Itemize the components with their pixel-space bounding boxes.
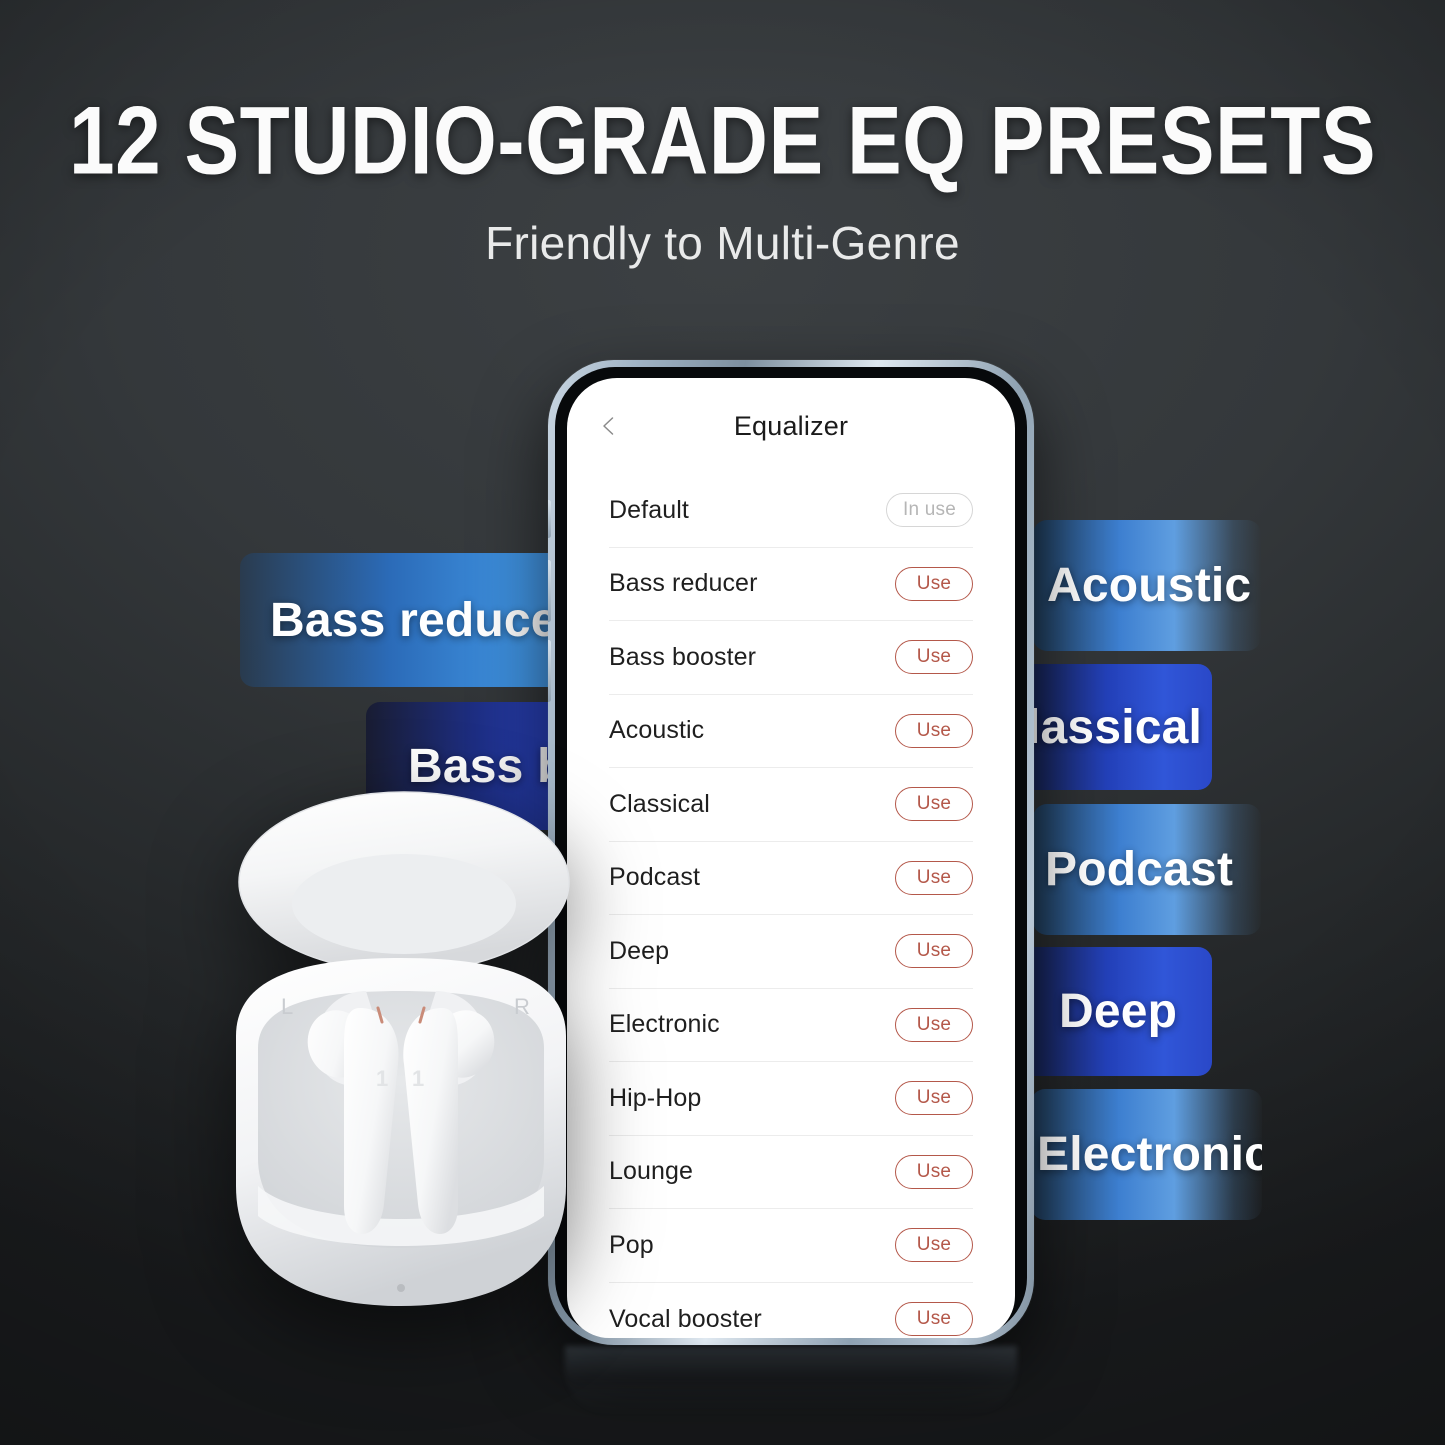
preset-name: Bass booster (609, 642, 757, 671)
preset-row-podcast[interactable]: Podcast Use (609, 842, 973, 915)
use-button[interactable]: Use (895, 640, 973, 675)
preset-name: Deep (609, 936, 670, 965)
preset-name: Vocal booster (609, 1304, 762, 1333)
svg-text:1: 1 (412, 1066, 424, 1091)
use-button[interactable]: Use (895, 1228, 973, 1263)
mute-switch[interactable] (548, 500, 551, 538)
floating-card-deep: Deep (1019, 947, 1212, 1076)
use-button[interactable]: Use (895, 566, 973, 601)
floating-card-label: Acoustic (1047, 559, 1252, 612)
svg-text:1: 1 (376, 1066, 388, 1091)
preset-name: Default (609, 495, 689, 524)
volume-up-button[interactable] (548, 560, 551, 622)
preset-row-pop[interactable]: Pop Use (609, 1209, 973, 1283)
page-title: 12 STUDIO-GRADE EQ PRESETS (68, 87, 1377, 195)
use-button[interactable]: Use (895, 1154, 973, 1189)
preset-row-bass-reducer[interactable]: Bass reducer Use (609, 548, 973, 621)
use-button[interactable]: Use (895, 1081, 973, 1116)
phone-screen: Equalizer Default In use Bass reducer Us… (567, 378, 1015, 1338)
product-marketing-image: 12 STUDIO-GRADE EQ PRESETS Friendly to M… (0, 0, 1445, 1445)
preset-row-electronic[interactable]: Electronic Use (609, 989, 973, 1062)
use-button[interactable]: Use (895, 934, 973, 969)
phone-reflection (565, 1346, 1017, 1416)
floating-card-podcast: Podcast (1033, 804, 1261, 935)
led-indicator (397, 1284, 405, 1292)
preset-row-default[interactable]: Default In use (609, 474, 973, 548)
page-title: Equalizer (733, 410, 849, 441)
left-bud-marker: L (281, 994, 293, 1019)
preset-name: Lounge (609, 1157, 694, 1186)
floating-card-label: Electronic (1037, 1128, 1262, 1181)
floating-card-acoustic: Acoustic (1033, 520, 1261, 651)
preset-row-lounge[interactable]: Lounge Use (609, 1136, 973, 1209)
app-header: Equalizer (567, 378, 1015, 474)
use-button[interactable]: Use (895, 1302, 973, 1337)
volume-down-button[interactable] (548, 640, 551, 702)
floating-card-label: Bass reducer (270, 593, 577, 647)
floating-card-electronic: Electronic (1031, 1089, 1262, 1220)
phone-mockup: Equalizer Default In use Bass reducer Us… (548, 360, 1034, 1345)
use-button[interactable]: Use (895, 860, 973, 895)
preset-row-hip-hop[interactable]: Hip-Hop Use (609, 1062, 973, 1136)
preset-row-classical[interactable]: Classical Use (609, 768, 973, 842)
case-lid (238, 791, 570, 973)
earbuds-charging-case: L R 1 1 (196, 786, 606, 1331)
chevron-left-icon[interactable] (599, 416, 619, 436)
floating-card-classical: lassical (1019, 664, 1212, 790)
preset-row-deep[interactable]: Deep Use (609, 915, 973, 989)
floating-card-label: Podcast (1045, 843, 1234, 896)
preset-name: Electronic (609, 1010, 720, 1039)
use-button[interactable]: Use (895, 787, 973, 822)
status-badge-in-use: In use (886, 493, 973, 528)
equalizer-preset-list: Default In use Bass reducer Use Bass boo… (567, 474, 1015, 1338)
preset-name: Pop (609, 1230, 654, 1259)
preset-name: Hip-Hop (609, 1083, 702, 1112)
page-subtitle: Friendly to Multi-Genre (485, 216, 960, 269)
preset-name: Bass reducer (609, 569, 758, 598)
preset-name: Podcast (609, 863, 701, 892)
preset-row-vocal-booster[interactable]: Vocal booster Use (609, 1283, 973, 1339)
use-button[interactable]: Use (895, 1007, 973, 1042)
floating-card-label: Deep (1059, 985, 1178, 1038)
preset-row-acoustic[interactable]: Acoustic Use (609, 695, 973, 768)
preset-row-bass-booster[interactable]: Bass booster Use (609, 621, 973, 695)
preset-name: Classical (609, 789, 710, 818)
preset-name: Acoustic (609, 716, 705, 745)
headline-block: 12 STUDIO-GRADE EQ PRESETS Friendly to M… (0, 92, 1445, 270)
right-bud-marker: R (514, 994, 530, 1019)
phone-bezel: Equalizer Default In use Bass reducer Us… (555, 367, 1027, 1338)
use-button[interactable]: Use (895, 713, 973, 748)
floating-card-label: lassical (1027, 700, 1203, 754)
